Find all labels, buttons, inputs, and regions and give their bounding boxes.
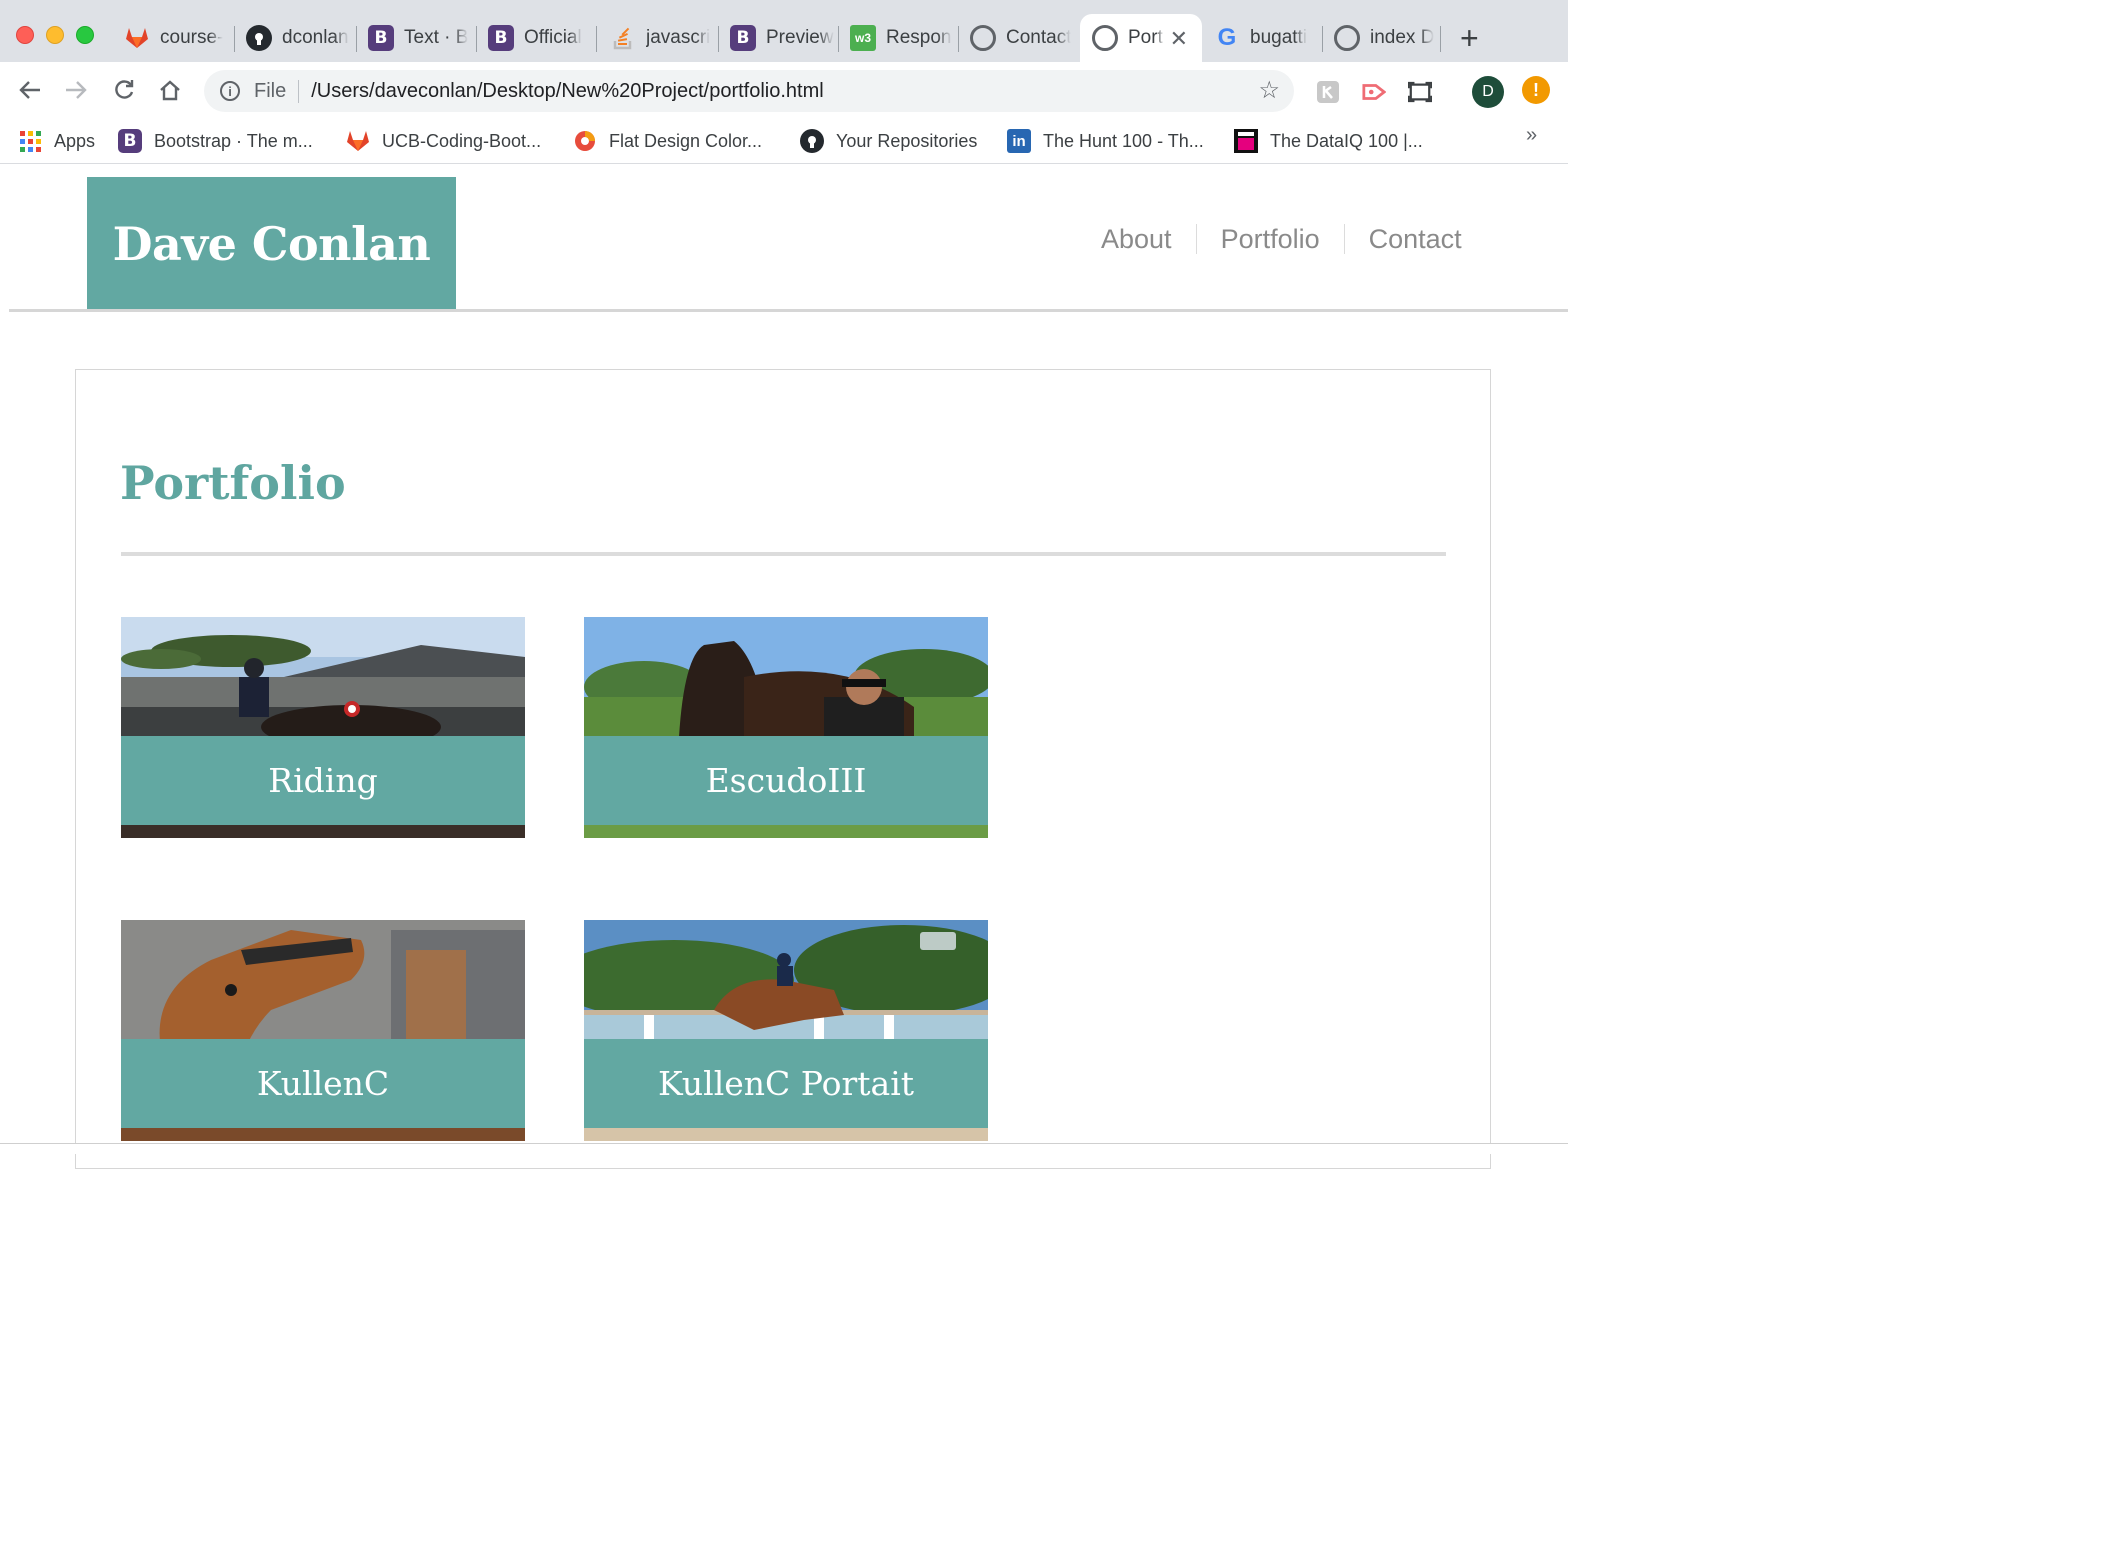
extension-icon[interactable] <box>1316 80 1340 104</box>
profile-avatar[interactable]: D <box>1472 76 1504 108</box>
browser-tab[interactable]: B Official <box>476 14 596 62</box>
browser-tab[interactable]: javascri <box>598 14 718 62</box>
dataiq-icon <box>1234 129 1258 153</box>
gitlab-icon <box>346 129 370 153</box>
tile-caption: Riding <box>121 736 525 825</box>
github-icon <box>246 25 272 51</box>
tab-separator <box>1440 26 1441 52</box>
scheme-label: File <box>254 79 300 103</box>
url-text[interactable]: /Users/daveconlan/Desktop/New%20Project/… <box>311 80 823 103</box>
header-divider <box>9 309 1568 312</box>
home-icon[interactable] <box>152 72 188 108</box>
bookmark-flat-design[interactable]: Flat Design Color... <box>573 126 762 156</box>
close-tab-icon[interactable]: ✕ <box>1170 26 1188 52</box>
browser-tab[interactable]: G bugatti <box>1202 14 1322 62</box>
site-nav: About Portfolio Contact <box>1101 222 1462 256</box>
update-alert-icon[interactable]: ! <box>1522 76 1550 104</box>
nav-portfolio-link[interactable]: Portfolio <box>1221 224 1320 255</box>
back-arrow-icon[interactable] <box>12 72 48 108</box>
stackoverflow-icon <box>610 25 636 51</box>
bookmark-apps[interactable]: Apps <box>18 126 95 156</box>
linkedin-icon: in <box>1007 129 1031 153</box>
site-brand[interactable]: Dave Conlan <box>87 177 456 310</box>
w3schools-icon: w3 <box>850 25 876 51</box>
browser-tab-active[interactable]: Port ✕ <box>1080 14 1202 62</box>
bootstrap-icon: B <box>118 129 142 153</box>
browser-tab[interactable]: w3 Respon <box>838 14 958 62</box>
bookmarks-bar: Apps B Bootstrap · The m... UCB-Coding-B… <box>0 118 1568 164</box>
portfolio-tile-kullenc[interactable]: KullenC <box>121 920 525 1141</box>
github-icon <box>800 129 824 153</box>
portfolio-tile-riding[interactable]: Riding <box>121 617 525 838</box>
nav-divider <box>1195 224 1197 254</box>
window-zoom-button[interactable] <box>76 26 94 44</box>
bookmark-your-repositories[interactable]: Your Repositories <box>800 126 977 156</box>
window-bottom-edge <box>0 1143 1568 1154</box>
bookmark-ucb-coding[interactable]: UCB-Coding-Boot... <box>346 126 541 156</box>
apps-grid-icon <box>18 129 42 153</box>
nav-divider <box>1343 224 1345 254</box>
nav-contact-link[interactable]: Contact <box>1369 224 1462 255</box>
bookmark-bootstrap[interactable]: B Bootstrap · The m... <box>118 126 313 156</box>
browser-tab[interactable]: index D <box>1322 14 1440 62</box>
new-tab-plus-icon[interactable]: + <box>1460 20 1479 57</box>
browser-tab[interactable]: Contact <box>958 14 1078 62</box>
gitlab-icon <box>124 25 150 51</box>
globe-icon <box>970 25 996 51</box>
tab-separator <box>596 26 597 52</box>
browser-tab[interactable]: course- <box>112 14 232 62</box>
browser-tab[interactable]: B Text · B <box>356 14 476 62</box>
browser-toolbar: i File /Users/daveconlan/Desktop/New%20P… <box>0 62 1568 118</box>
heading-divider <box>121 552 1446 556</box>
bookmark-dataiq-100[interactable]: The DataIQ 100 |... <box>1234 126 1423 156</box>
extension-tag-icon[interactable] <box>1362 80 1386 104</box>
site-info-icon[interactable]: i <box>220 81 240 101</box>
bootstrap-icon: B <box>368 25 394 51</box>
page-title: Portfolio <box>120 456 346 510</box>
reload-icon[interactable] <box>106 72 142 108</box>
tile-caption: EscudoIII <box>584 736 988 825</box>
forward-arrow-icon[interactable] <box>58 72 94 108</box>
screen-capture-icon[interactable] <box>1408 80 1432 104</box>
portfolio-tile-escudo[interactable]: EscudoIII <box>584 617 988 838</box>
browser-tab[interactable]: B Preview <box>718 14 838 62</box>
color-wheel-icon <box>573 129 597 153</box>
browser-tab[interactable]: dconlan <box>234 14 354 62</box>
window-minimize-button[interactable] <box>46 26 64 44</box>
bootstrap-icon: B <box>488 25 514 51</box>
bookmarks-overflow-button[interactable]: » <box>1526 124 1537 147</box>
window-close-button[interactable] <box>16 26 34 44</box>
bookmark-star-icon[interactable]: ☆ <box>1258 76 1280 105</box>
address-bar[interactable]: i File /Users/daveconlan/Desktop/New%20P… <box>204 70 1294 112</box>
globe-icon <box>1092 25 1118 51</box>
brand-name: Dave Conlan <box>112 216 431 271</box>
tile-caption: KullenC <box>121 1039 525 1128</box>
nav-about-link[interactable]: About <box>1101 224 1172 255</box>
bootstrap-icon: B <box>730 25 756 51</box>
tab-strip: course- dconlan B Text · B B Official ja… <box>0 0 1568 64</box>
portfolio-tile-kullenc-portrait[interactable]: KullenC Portait <box>584 920 988 1141</box>
google-icon: G <box>1217 24 1237 51</box>
tile-caption: KullenC Portait <box>584 1039 988 1128</box>
globe-icon <box>1334 25 1360 51</box>
bookmark-hunt-100[interactable]: in The Hunt 100 - Th... <box>1007 126 1204 156</box>
